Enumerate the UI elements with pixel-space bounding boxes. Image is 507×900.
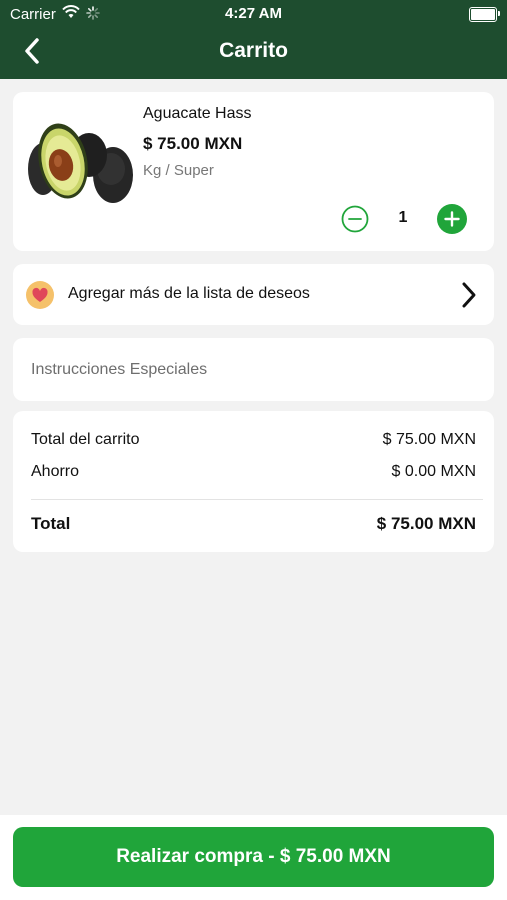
clock: 4:27 AM — [225, 5, 282, 22]
chevron-right-icon — [458, 281, 480, 309]
product-price: $ 75.00 MXN — [143, 134, 243, 153]
savings-value: $ 0.00 MXN — [391, 463, 476, 480]
cart-item-card: Aguacate Hass $ 75.00 MXN Kg / Super 1 — [13, 92, 494, 251]
status-bar: Carrier 4:27 AM — [0, 0, 507, 28]
special-instructions-input[interactable] — [31, 358, 471, 382]
bottom-action-bar: Realizar compra - $ 75.00 MXN — [0, 815, 507, 900]
battery-icon — [469, 7, 500, 22]
order-summary-card: Total del carrito $ 75.00 MXN Ahorro $ 0… — [13, 411, 494, 552]
checkout-button[interactable]: Realizar compra - $ 75.00 MXN — [13, 827, 494, 887]
cart-total-label: Total del carrito — [31, 431, 140, 448]
plus-circle-icon — [437, 204, 467, 234]
savings-label: Ahorro — [31, 463, 80, 480]
product-unit: Kg / Super — [143, 162, 214, 179]
quantity-value: 1 — [398, 209, 408, 226]
summary-divider — [31, 499, 483, 500]
page-title: Carrito — [219, 39, 288, 62]
decrease-quantity-button[interactable] — [341, 205, 369, 233]
grand-total-value: $ 75.00 MXN — [376, 514, 476, 533]
navigation-bar: Carrito — [0, 28, 507, 79]
add-from-wishlist-row[interactable]: Agregar más de la lista de deseos — [13, 264, 494, 325]
wishlist-label: Agregar más de la lista de deseos — [68, 285, 310, 302]
minus-circle-icon — [341, 205, 369, 233]
heart-icon — [25, 280, 55, 310]
product-name: Aguacate Hass — [143, 105, 252, 122]
increase-quantity-button[interactable] — [437, 204, 467, 234]
grand-total-label: Total — [31, 514, 71, 533]
special-instructions-card — [13, 338, 494, 401]
product-image — [25, 117, 133, 207]
top-bar: Carrier 4:27 AM Carrito — [0, 0, 507, 79]
cart-total-value: $ 75.00 MXN — [382, 431, 476, 448]
